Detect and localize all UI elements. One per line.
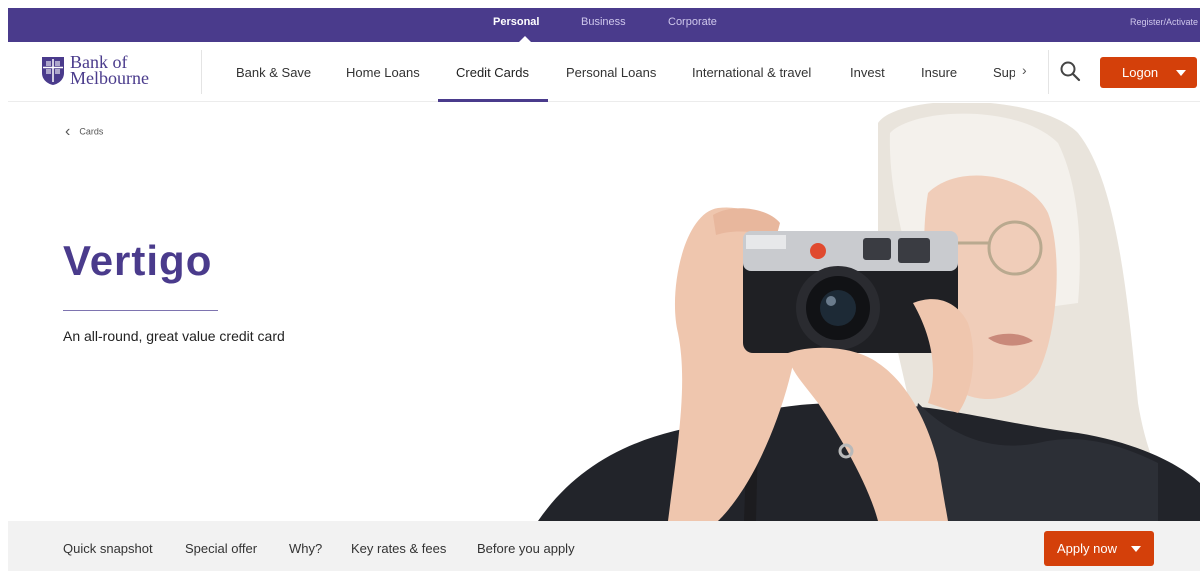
- segment-personal[interactable]: Personal: [493, 8, 539, 42]
- nav-item-home-loans[interactable]: Home Loans: [346, 42, 420, 102]
- nav-item-insure[interactable]: Insure: [921, 42, 957, 102]
- brand-name: Bank of Melbourne: [70, 53, 149, 88]
- caret-down-icon: [1131, 546, 1141, 552]
- hero-banner: ‹ Cards Vertigo An all-round, great value…: [8, 103, 1200, 521]
- page-title: Vertigo: [63, 237, 213, 284]
- segment-business[interactable]: Business: [581, 8, 626, 42]
- segment-corporate[interactable]: Corporate: [668, 8, 717, 42]
- page-subnav: Quick snapshot Special offer Why? Key ra…: [8, 521, 1200, 571]
- subnav-key-rates-fees[interactable]: Key rates & fees: [351, 521, 446, 571]
- active-nav-underline: [438, 99, 548, 102]
- main-nav: Bank of Melbourne Bank & Save Home Loans…: [8, 42, 1200, 102]
- nav-item-invest[interactable]: Invest: [850, 42, 885, 102]
- logon-label: Logon: [1122, 65, 1159, 80]
- search-icon[interactable]: [1059, 60, 1081, 82]
- subnav-before-you-apply[interactable]: Before you apply: [477, 521, 575, 571]
- nav-divider: [1048, 50, 1049, 94]
- segment-bar: Personal Business Corporate Register/Act…: [8, 8, 1200, 42]
- nav-item-bank-save[interactable]: Bank & Save: [236, 42, 311, 102]
- title-divider: [63, 310, 218, 311]
- segment-personal-label: Personal: [493, 16, 540, 28]
- subnav-special-offer[interactable]: Special offer: [185, 521, 257, 571]
- page-subtitle: An all-round, great value credit card: [63, 328, 285, 344]
- nav-scroll-chevron-right-icon[interactable]: ›: [1022, 62, 1027, 78]
- caret-down-icon: [1176, 70, 1186, 76]
- apply-now-label: Apply now: [1057, 541, 1117, 556]
- nav-divider: [201, 50, 202, 94]
- shield-logo-icon: [42, 57, 64, 85]
- brand-line-2: Melbourne: [70, 68, 149, 88]
- nav-item-personal-loans[interactable]: Personal Loans: [566, 42, 656, 102]
- subnav-quick-snapshot[interactable]: Quick snapshot: [63, 521, 153, 571]
- logon-button[interactable]: Logon: [1100, 57, 1197, 88]
- register-activate-link[interactable]: Register/Activate: [1130, 8, 1198, 36]
- back-link-label: Cards: [79, 126, 104, 137]
- chevron-left-icon: ‹: [65, 123, 71, 140]
- bank-logo[interactable]: Bank of Melbourne: [41, 53, 181, 90]
- apply-now-button[interactable]: Apply now: [1044, 531, 1154, 566]
- nav-item-support-truncated[interactable]: Sup: [993, 42, 1015, 102]
- subnav-why[interactable]: Why?: [289, 521, 322, 571]
- nav-item-international-travel[interactable]: International & travel: [692, 42, 811, 102]
- hero-photo-woman-with-camera: [538, 103, 1200, 521]
- nav-item-credit-cards[interactable]: Credit Cards: [456, 42, 529, 102]
- back-to-cards-link[interactable]: ‹ Cards: [65, 123, 103, 141]
